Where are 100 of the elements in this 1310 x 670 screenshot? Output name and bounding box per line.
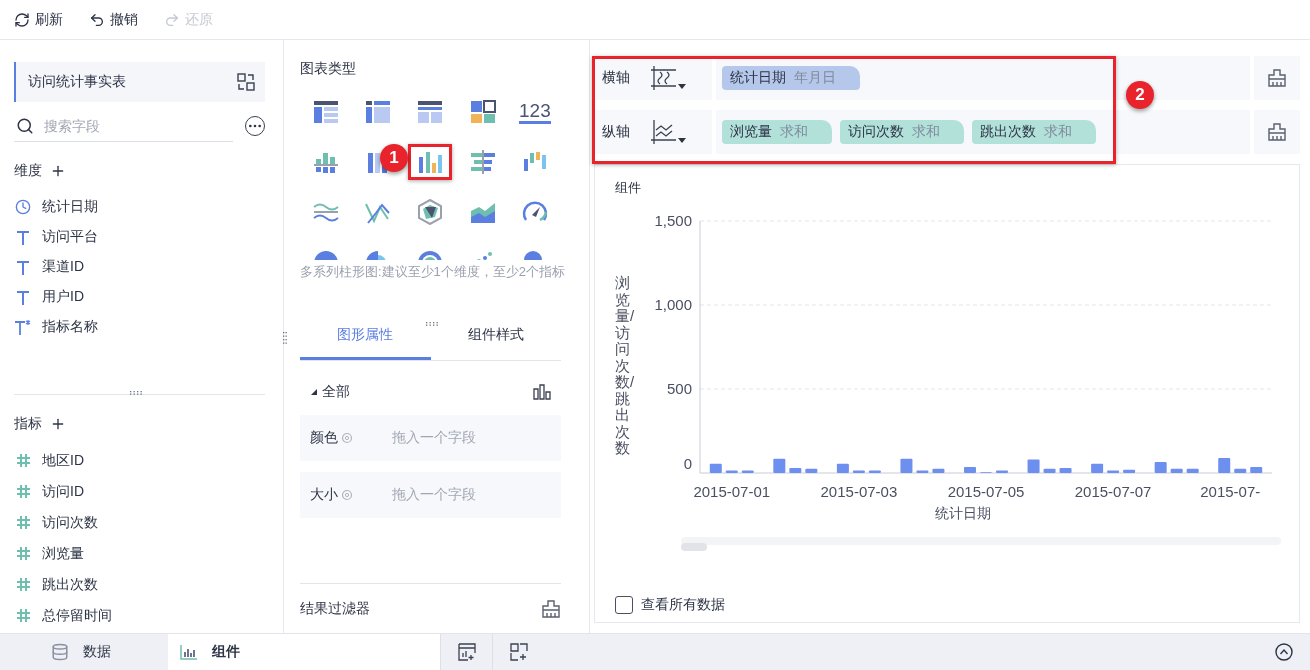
field-item[interactable]: 浏览量 [14, 538, 265, 569]
axis-icon[interactable] [650, 118, 686, 146]
diverging-bar-icon [468, 149, 497, 175]
bar [725, 470, 738, 473]
number-type-icon [15, 515, 31, 530]
search-icon [16, 116, 34, 135]
bar-chart-icon [180, 644, 198, 660]
bottom-tab[interactable]: 组件 [168, 634, 440, 670]
section-title: 指标 [14, 415, 42, 433]
number-type-icon [15, 546, 31, 561]
bar [1218, 457, 1231, 473]
drag-handle-icon[interactable] [130, 391, 144, 395]
bar [868, 470, 881, 473]
bar [836, 463, 849, 473]
field-item[interactable]: 指标名称 [14, 312, 265, 342]
bar [709, 463, 722, 473]
refresh-button[interactable]: 刷新 [12, 8, 65, 31]
bar [1043, 468, 1056, 473]
axis-tick-label: 1,500 [654, 212, 692, 229]
field-chip[interactable]: 浏览量 求和 [722, 120, 832, 144]
axis-label: 纵轴 [602, 123, 630, 141]
search-field[interactable]: 搜索字段 [42, 116, 192, 135]
switch-table-icon[interactable] [237, 73, 255, 91]
bar [1123, 469, 1136, 473]
field-item[interactable]: 总停留时间 [14, 600, 265, 631]
drag-handle-icon[interactable] [426, 322, 440, 326]
table-icon [416, 99, 445, 125]
clear-icon[interactable] [1267, 123, 1287, 141]
scrollbar-icon[interactable] [681, 543, 707, 551]
bar [1107, 470, 1120, 473]
chevron-up-icon [1275, 643, 1293, 661]
bar [1250, 467, 1263, 473]
add-layout-icon [509, 643, 528, 661]
property-drop-zone[interactable]: 大小 拖入一个字段 [300, 472, 561, 518]
bar [996, 470, 1008, 473]
undo-icon [89, 11, 105, 28]
axis-tick-label: 2015-07-07 [1074, 483, 1152, 500]
axis-label: 横轴 [602, 69, 630, 87]
chart-type-hint: 多系列柱形图:建议至少1个维度，至少2个指标 [300, 263, 567, 281]
radar-chart-icon [416, 199, 445, 225]
field-item[interactable]: 跳出次数 [14, 569, 265, 600]
field-item[interactable]: 访问ID [14, 476, 265, 507]
step-callout-tooltip: 1 [380, 144, 408, 172]
caret-icon [310, 388, 318, 396]
axis-tick-label: 2015-07- [1200, 483, 1261, 500]
add-chart-icon [457, 643, 476, 661]
clear-icon[interactable] [541, 599, 561, 618]
show-all-checkbox[interactable]: 查看所有数据 [615, 596, 1281, 614]
axis-tick-label: 500 [666, 380, 692, 397]
redo-icon [164, 11, 180, 28]
section-title: 图表类型 [300, 60, 357, 78]
field-chip[interactable]: 访问次数 求和 [840, 120, 964, 144]
property-drop-zone[interactable]: 颜色 拖入一个字段 [300, 415, 561, 461]
text-type-icon [16, 229, 30, 245]
clear-icon[interactable] [1267, 69, 1287, 87]
field-chip[interactable]: 统计日期 年月日 [722, 66, 860, 90]
field-item[interactable]: 用户ID [14, 282, 265, 312]
axis-drop-zone[interactable]: 浏览量 求和 访问次数 求和 跳出次数 求和 [716, 110, 1250, 154]
bar [773, 458, 786, 473]
drag-handle-icon[interactable] [283, 332, 287, 346]
bar-chart-icon [416, 149, 445, 175]
field-item[interactable]: 访问次数 [14, 507, 265, 538]
refresh-icon [14, 11, 30, 28]
step-callout-tooltip: 2 [1126, 81, 1154, 109]
field-item[interactable]: 渠道ID [14, 252, 265, 282]
bar [1091, 463, 1104, 473]
clock-icon [15, 199, 31, 215]
bar [964, 467, 976, 473]
add-icon[interactable] [50, 416, 66, 432]
field-item[interactable]: 地区ID [14, 445, 265, 476]
table-icon [312, 99, 341, 125]
table-header[interactable]: 访问统计事实表 [14, 62, 265, 102]
axis-tick-label: 0 [683, 455, 692, 472]
axis-tick-label: 2015-07-03 [820, 483, 898, 500]
tiles-icon [468, 99, 497, 125]
cross-table-icon [364, 99, 393, 125]
bar [1154, 462, 1167, 473]
field-item[interactable]: 访问平台 [14, 222, 265, 252]
database-icon [51, 643, 69, 661]
property-tab[interactable]: 组件样式 [430, 312, 561, 360]
bar [789, 467, 802, 473]
bar [852, 470, 865, 473]
property-tab[interactable]: 图形属性 [300, 312, 431, 360]
field-item[interactable]: 统计日期 [14, 192, 265, 222]
add-icon[interactable] [50, 163, 66, 179]
bar [1170, 468, 1183, 473]
text-type-icon [16, 289, 30, 305]
x-axis-title: 统计日期 [935, 505, 991, 523]
group-toggle[interactable]: 全部 [310, 383, 350, 401]
bar [1234, 468, 1247, 473]
text-type-icon [16, 259, 30, 275]
text-type-icon [14, 319, 32, 335]
field-chip[interactable]: 跳出次数 求和 [972, 120, 1096, 144]
chart-title: 组件 [615, 179, 642, 197]
number-type-icon [15, 608, 31, 623]
bar [805, 468, 818, 473]
bar-chart-icon[interactable] [533, 384, 551, 400]
undo-button[interactable]: 撤销 [87, 8, 140, 31]
axis-icon[interactable] [650, 64, 686, 92]
chart-type-option[interactable] [408, 144, 453, 180]
